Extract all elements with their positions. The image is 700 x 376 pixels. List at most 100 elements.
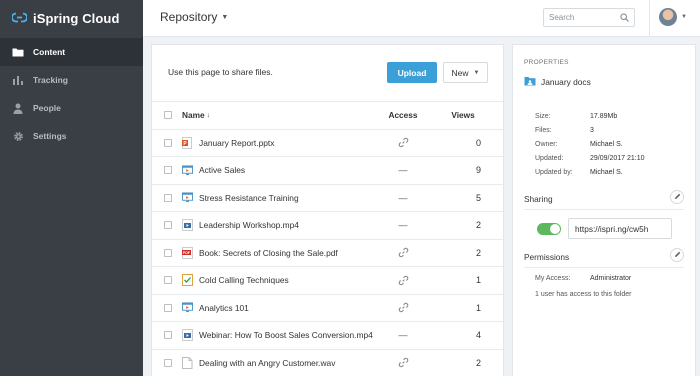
meta-label: Size: [535,113,551,120]
link-icon[interactable] [380,137,426,148]
upload-button[interactable]: Upload [387,62,437,83]
select-all-checkbox[interactable] [164,111,172,120]
sidebar-item-tracking[interactable]: Tracking [0,66,143,94]
gear-icon [12,130,24,142]
link-icon[interactable] [380,302,426,313]
meta-value: 17.89Mb [590,113,618,120]
logo-icon [11,12,28,25]
row-checkbox[interactable] [164,166,172,175]
course-icon [182,164,193,176]
sharing-toggle[interactable] [537,223,561,235]
properties-title: PROPERTIES [524,59,569,66]
row-checkbox[interactable] [164,331,172,340]
sidebar-item-settings[interactable]: Settings [0,122,143,150]
link-icon[interactable] [380,357,426,368]
sidebar-item-label: Settings [33,131,67,141]
sidebar-item-label: Tracking [33,75,68,85]
file-name-cell[interactable]: Stress Resistance Training [182,192,299,204]
views-count: 1 [475,275,481,286]
file-name-cell[interactable]: Cold Calling Techniques [182,274,289,287]
sort-down-icon: ↓ [206,111,211,119]
folder-row: January docs [524,76,591,88]
access-column-header: Access [388,110,418,121]
file-name: Leadership Workshop.mp4 [199,220,299,231]
table-row[interactable]: Analytics 101 1 [152,293,503,322]
table-row[interactable]: PDF Book: Secrets of Closing the Sale.pdf… [152,238,503,267]
sidebar-nav: Content Tracking People Settings [0,38,143,150]
edit-sharing-button[interactable] [670,190,684,204]
row-checkbox[interactable] [164,221,172,230]
course-icon [182,192,193,204]
file-name-cell[interactable]: Active Sales [182,164,245,176]
file-name-cell[interactable]: Webinar: How To Boost Sales Conversion.m… [182,329,373,342]
file-name-cell[interactable]: Leadership Workshop.mp4 [182,219,299,232]
row-checkbox[interactable] [164,303,172,312]
sidebar-item-content[interactable]: Content [0,38,143,66]
file-name-cell[interactable]: P January Report.pptx [182,136,274,149]
file-name-cell[interactable]: Dealing with an Angry Customer.wav [182,356,336,369]
pencil-icon [674,192,681,202]
views-count: 0 [475,137,481,148]
sidebar-item-people[interactable]: People [0,94,143,122]
link-icon[interactable] [380,275,426,286]
table-row[interactable]: Cold Calling Techniques 1 [152,266,503,294]
repository-dropdown[interactable]: Repository ▼ [160,10,228,24]
video-file-icon [182,219,193,232]
row-checkbox[interactable] [164,248,172,257]
meta-value: Michael S. [590,169,623,176]
sidebar-item-label: People [33,103,61,113]
row-checkbox[interactable] [164,358,172,367]
info-text: Use this page to share files. [168,67,273,77]
file-name: Analytics 101 [199,302,249,313]
table-row[interactable]: P January Report.pptx 0 [152,128,503,157]
views-column-header: Views [451,110,475,121]
sidebar-item-label: Content [33,47,66,57]
sidebar: iSpring Cloud Content Tracking People Se… [0,0,143,376]
pptx-file-icon: P [182,136,193,149]
search-icon[interactable] [620,13,629,24]
my-access-label: My Access: [535,275,571,282]
views-count: 9 [475,165,481,176]
file-name-cell[interactable]: PDF Book: Secrets of Closing the Sale.pdf [182,246,338,259]
row-checkbox[interactable] [164,193,172,202]
content-panel: Use this page to share files. Upload New… [151,44,504,376]
brand-name: iSpring Cloud [33,11,120,26]
sharing-title: Sharing [524,194,553,204]
table-row[interactable]: Webinar: How To Boost Sales Conversion.m… [152,321,503,349]
my-access-value: Administrator [590,275,632,282]
access-summary: 1 user has access to this folder [535,291,632,298]
access-value: — [398,192,408,203]
file-name-cell[interactable]: Analytics 101 [182,302,249,314]
new-button[interactable]: New ▼ [443,62,488,83]
share-link-field[interactable] [568,218,672,239]
table-body: P January Report.pptx 0 Active Sales — 9 Stres… [152,128,503,376]
row-checkbox[interactable] [164,276,172,285]
table-row[interactable]: Leadership Workshop.mp4 — 2 [152,211,503,239]
brand[interactable]: iSpring Cloud [0,0,143,37]
access-value: — [398,330,408,341]
caret-down-icon: ▼ [681,14,687,20]
user-menu[interactable]: ▼ [659,8,687,26]
page-title: Repository [160,10,218,24]
link-icon[interactable] [380,247,426,258]
meta-value: Michael S. [590,141,623,148]
bar-chart-icon [12,74,24,86]
table-row[interactable]: Stress Resistance Training — 5 [152,183,503,212]
name-column-header[interactable]: Name ↓ [182,110,210,120]
new-button-label: New [451,67,469,78]
file-name: Active Sales [199,165,246,176]
views-count: 2 [475,220,481,231]
permissions-title: Permissions [524,252,570,262]
edit-permissions-button[interactable] [670,248,684,262]
file-name: Dealing with an Angry Customer.wav [199,357,336,368]
table-row[interactable]: Dealing with an Angry Customer.wav 2 [152,348,503,376]
views-count: 2 [475,357,481,368]
video-file-icon [182,329,193,342]
views-count: 4 [475,330,481,341]
header-divider [649,0,650,37]
row-checkbox[interactable] [164,138,172,147]
svg-text:PDF: PDF [183,251,191,255]
table-row[interactable]: Active Sales — 9 [152,156,503,184]
meta-label: Updated by: [535,169,573,176]
search-input[interactable] [549,13,615,22]
